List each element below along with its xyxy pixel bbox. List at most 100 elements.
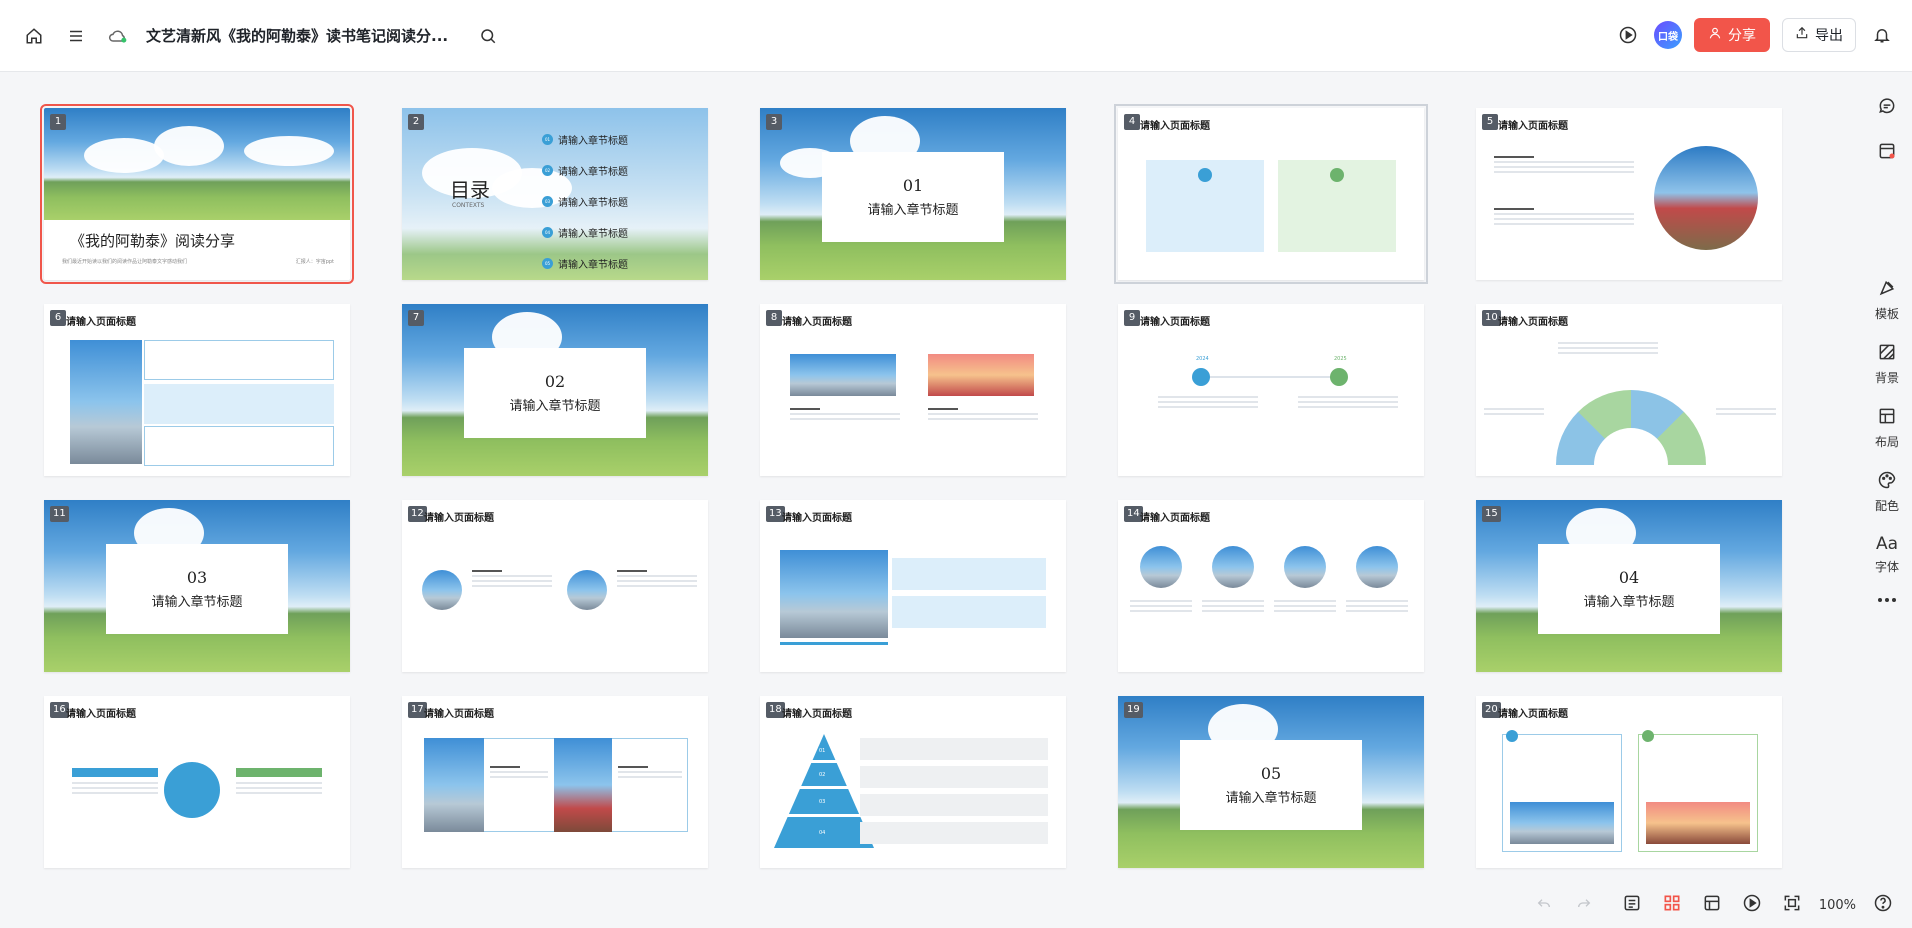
slide-image [790, 354, 896, 396]
chapter-number: 05 [1260, 764, 1282, 783]
pyramid-level: 03 [819, 799, 826, 805]
chapter-label: 请输入章节标题 [509, 399, 601, 414]
comment-button[interactable] [1862, 96, 1912, 119]
sidebar-item-template[interactable]: 模板 [1862, 278, 1912, 322]
slide-thumbnail-20[interactable]: 20 请输入页面标题 [1476, 696, 1782, 868]
chapter-number: 01 [902, 176, 924, 195]
home-icon[interactable] [20, 22, 48, 50]
toc-item-label: 请输入章节标题 [558, 167, 628, 178]
avatar[interactable]: 口袋 [1654, 21, 1682, 49]
page-title: 请输入页面标题 [1140, 513, 1210, 524]
toc-item-number: 01 [542, 134, 553, 145]
slide-number: 5 [1482, 114, 1498, 130]
slide-image [424, 738, 484, 832]
toc-item: 04 请输入章节标题 [542, 217, 692, 248]
chapter-box: 03 请输入章节标题 [106, 544, 288, 634]
slide-thumbnail-8[interactable]: 8 请输入页面标题 [760, 304, 1066, 476]
zoom-level[interactable]: 100% [1819, 898, 1856, 913]
slide-thumbnail-1[interactable]: 1 《我的阿勒泰》阅读分享 我们最近开始读以我们的阅读作品让阿勒泰文字感动我们 … [40, 104, 354, 284]
slide-thumbnail-11[interactable]: 11 03 请输入章节标题 [44, 500, 350, 672]
cover-subtitle: 我们最近开始读以我们的阅读作品让阿勒泰文字感动我们 [62, 259, 188, 265]
slide-image [44, 108, 350, 220]
help-icon [1873, 893, 1893, 917]
slide-image [70, 340, 142, 464]
slide-thumbnail-13[interactable]: 13 请输入页面标题 [760, 500, 1066, 672]
export-button[interactable]: 导出 [1782, 18, 1856, 52]
slide-thumbnail-10[interactable]: 10 请输入页面标题 [1476, 304, 1782, 476]
slide-image [1140, 546, 1182, 588]
search-icon[interactable] [474, 22, 502, 50]
slide-image [554, 738, 612, 832]
slide-thumbnail-4[interactable]: 4 请输入页面标题 [1114, 104, 1428, 284]
toc-title: 目录 [450, 178, 490, 202]
slide-thumbnail-15[interactable]: 15 04 请输入章节标题 [1476, 500, 1782, 672]
sidebar-item-label: 模板 [1874, 307, 1899, 321]
toc-item: 01 请输入章节标题 [542, 124, 692, 155]
slide-thumbnail-7[interactable]: 7 02 请输入章节标题 [402, 304, 708, 476]
top-bar: 文艺清新风《我的阿勒泰》读书笔记阅读分... 口袋 分享 导出 [0, 0, 1912, 72]
layout-icon [1877, 406, 1897, 429]
slide-image [1654, 146, 1758, 250]
toc-item-label: 请输入章节标题 [558, 229, 628, 240]
present-button[interactable] [1739, 892, 1765, 918]
more-button[interactable] [1862, 593, 1912, 607]
slide-number: 2 [408, 114, 424, 130]
slide-number: 1 [50, 114, 66, 130]
grid-view-button[interactable] [1659, 892, 1685, 918]
slide-thumbnail-12[interactable]: 12 请输入页面标题 [402, 500, 708, 672]
page-title: 请输入页面标题 [1140, 121, 1210, 132]
help-button[interactable] [1870, 892, 1896, 918]
sidebar-item-layout[interactable]: 布局 [1862, 406, 1912, 450]
bottom-toolbar: 100% [1531, 892, 1896, 918]
topbar-left: 文艺清新风《我的阿勒泰》读书笔记阅读分... [20, 22, 502, 50]
slide-thumbnail-6[interactable]: 6 请输入页面标题 [44, 304, 350, 476]
slide-thumbnail-16[interactable]: 16 请输入页面标题 [44, 696, 350, 868]
slide-thumbnail-2[interactable]: 2 目录 CONTEXTS 01 请输入章节标题 02 请输入章节标题 03 请… [402, 108, 708, 280]
font-icon: Aa [1875, 534, 1899, 554]
toc-list: 01 请输入章节标题 02 请输入章节标题 03 请输入章节标题 04 请输入章… [542, 124, 692, 279]
slide-thumbnail-5[interactable]: 5 请输入页面标题 [1476, 108, 1782, 280]
page-title: 请输入页面标题 [1498, 709, 1568, 720]
share-button[interactable]: 分享 [1694, 18, 1770, 52]
slide-thumbnail-3[interactable]: 3 01 请输入章节标题 [760, 108, 1066, 280]
bell-icon[interactable] [1868, 21, 1896, 49]
slide-thumbnail-14[interactable]: 14 请输入页面标题 [1118, 500, 1424, 672]
page-title: 请输入页面标题 [1498, 317, 1568, 328]
sidebar-item-palette[interactable]: 配色 [1862, 470, 1912, 514]
play-icon[interactable] [1614, 21, 1642, 49]
fit-screen-icon [1782, 893, 1802, 917]
document-title[interactable]: 文艺清新风《我的阿勒泰》读书笔记阅读分... [146, 25, 448, 46]
notes-button[interactable] [1619, 892, 1645, 918]
cloud-sync-icon [104, 22, 132, 50]
fit-screen-button[interactable] [1779, 892, 1805, 918]
page-title: 请输入页面标题 [1140, 317, 1210, 328]
redo-button[interactable] [1571, 892, 1597, 918]
cover-footer: 汇报人：宇宙ppt [295, 259, 334, 265]
slide-thumbnail-19[interactable]: 19 05 请输入章节标题 [1118, 696, 1424, 868]
more-icon [1876, 593, 1898, 607]
menu-icon[interactable] [62, 22, 90, 50]
slide-panel-button[interactable] [1862, 141, 1912, 164]
palette-icon [1877, 470, 1897, 493]
slide-number: 19 [1124, 702, 1143, 718]
slide-image [780, 550, 888, 638]
slide-image [928, 354, 1034, 396]
list-view-button[interactable] [1699, 892, 1725, 918]
comment-icon [1877, 96, 1897, 119]
chapter-label: 请输入章节标题 [1583, 595, 1675, 610]
toc-item-number: 02 [542, 165, 553, 176]
slide-thumbnail-17[interactable]: 17 请输入页面标题 [402, 696, 708, 868]
sidebar-item-font[interactable]: Aa 字体 [1862, 534, 1912, 575]
slide-number: 15 [1482, 506, 1501, 522]
slide-image [1284, 546, 1326, 588]
undo-button[interactable] [1531, 892, 1557, 918]
page-title: 请输入页面标题 [66, 709, 136, 720]
pyramid-level: 04 [819, 830, 826, 836]
slide-thumbnail-9[interactable]: 9 请输入页面标题 2024 2025 [1118, 304, 1424, 476]
sidebar-item-background[interactable]: 背景 [1862, 342, 1912, 386]
pyramid-level: 02 [819, 772, 826, 778]
timeline-year: 2024 [1196, 356, 1209, 362]
chapter-box: 01 请输入章节标题 [822, 152, 1004, 242]
slide-thumbnail-18[interactable]: 18 请输入页面标题 01 02 03 04 [760, 696, 1066, 868]
chapter-box: 02 请输入章节标题 [464, 348, 646, 438]
